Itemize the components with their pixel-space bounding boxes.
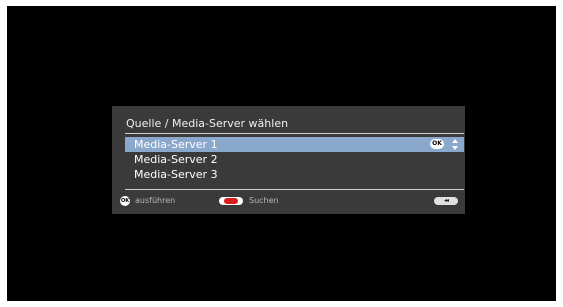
list-item-media-server-3[interactable]: Media-Server 3 (125, 167, 464, 182)
server-list: Media-Server 1 OK Media-Server 2 Media-S… (125, 137, 464, 182)
ok-icon: OK (430, 139, 444, 149)
list-item-media-server-2[interactable]: Media-Server 2 (125, 152, 464, 167)
ok-key-icon: OK (120, 196, 130, 206)
red-key-icon (219, 197, 243, 205)
search-label: Suchen (249, 196, 279, 205)
up-down-arrows-icon (452, 139, 458, 150)
execute-label: ausführen (135, 196, 176, 205)
list-item-media-server-1[interactable]: Media-Server 1 OK (125, 137, 464, 152)
tv-screen: Quelle / Media-Server wählen Media-Serve… (7, 6, 556, 301)
media-server-dialog: Quelle / Media-Server wählen Media-Serve… (112, 106, 465, 214)
rewind-key-icon: ◂◂ (434, 197, 458, 205)
list-item-label: Media-Server 3 (134, 168, 218, 181)
divider-bottom (125, 189, 464, 190)
divider-top (125, 133, 464, 134)
list-item-label: Media-Server 2 (134, 153, 218, 166)
dialog-title: Quelle / Media-Server wählen (126, 117, 289, 130)
footer-hints: OK ausführen Suchen ◂◂ (118, 195, 461, 207)
list-item-label: Media-Server 1 (134, 138, 218, 151)
